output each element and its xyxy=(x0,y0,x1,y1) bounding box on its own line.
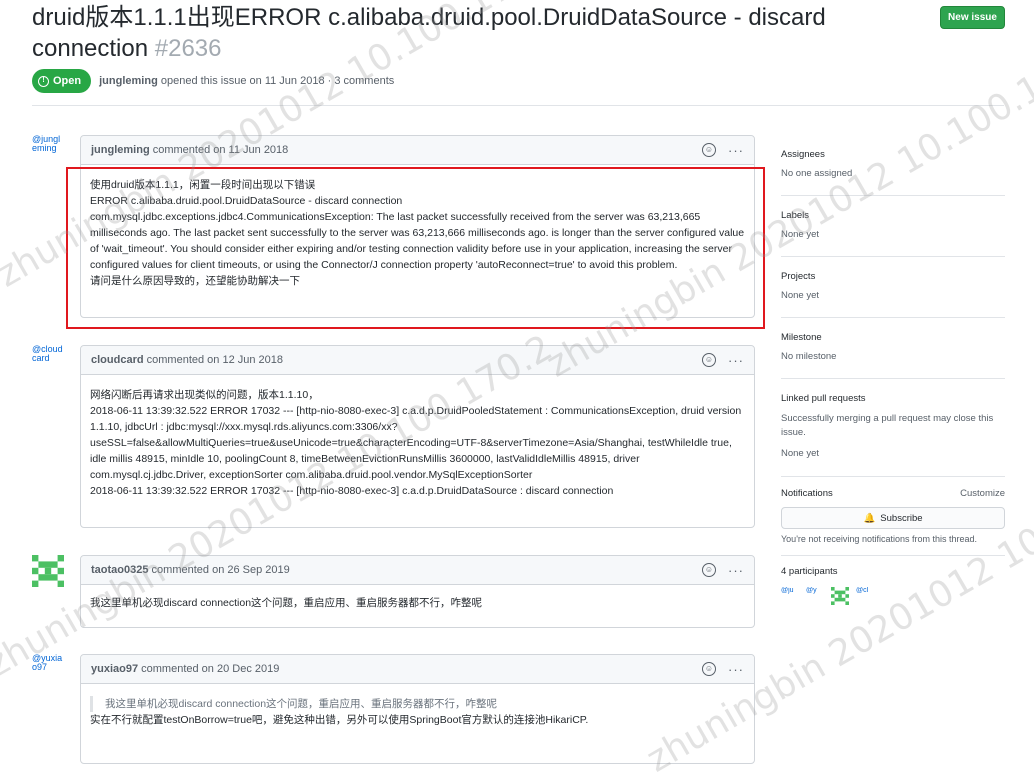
comment-body: 使用druid版本1.1.1，闲置一段时间出现以下错误 ERROR c.alib… xyxy=(81,165,754,297)
comment-line: 2018-06-11 13:39:32.522 ERROR 17032 --- … xyxy=(90,405,742,481)
comment-date[interactable]: commented on 20 Dec 2019 xyxy=(141,663,279,675)
comment: yuxiao97 commented on 20 Dec 2019 ☺ ··· … xyxy=(80,654,755,764)
issue-meta-text: jungleming opened this issue on 11 Jun 2… xyxy=(99,75,394,87)
sidebar-title: Projects xyxy=(781,271,816,282)
comment-line: 使用druid版本1.1.1，闲置一段时间出现以下错误 xyxy=(90,179,316,191)
sidebar-title: Milestone xyxy=(781,332,822,343)
comment-header: jungleming commented on 11 Jun 2018 ☺ ··… xyxy=(81,136,754,165)
status-badge: ! Open xyxy=(32,69,92,93)
more-options-icon[interactable]: ··· xyxy=(728,662,744,677)
comment-date[interactable]: commented on 12 Jun 2018 xyxy=(147,354,283,366)
more-options-icon[interactable]: ··· xyxy=(728,143,744,158)
comment-header: taotao0325 commented on 26 Sep 2019 ☺ ··… xyxy=(81,556,754,585)
comment-line: 我这里单机必现discard connection这个问题，重启应用、重启服务器… xyxy=(90,597,483,609)
avatar[interactable]: @yuxiao97 xyxy=(32,654,64,686)
comment-header: cloudcard commented on 12 Jun 2018 ☺ ··· xyxy=(81,346,754,375)
issue-title: druid版本1.1.1出现ERROR c.alibaba.druid.pool… xyxy=(32,2,912,64)
issue-title-text: druid版本1.1.1出现ERROR c.alibaba.druid.pool… xyxy=(32,4,826,62)
identicon-icon xyxy=(831,587,849,605)
subscribe-label: Subscribe xyxy=(880,512,923,524)
more-options-icon[interactable]: ··· xyxy=(728,353,744,368)
sidebar-title: 4 participants xyxy=(781,566,838,577)
sidebar-participants: 4 participants @ju @y @cl xyxy=(781,556,1005,605)
participant-avatar[interactable]: @y xyxy=(806,587,824,605)
issue-author-link[interactable]: jungleming xyxy=(99,75,158,87)
comment: jungleming commented on 11 Jun 2018 ☺ ··… xyxy=(80,135,755,318)
participant-avatar[interactable]: @cl xyxy=(856,587,874,605)
sidebar-value: No milestone xyxy=(781,351,837,362)
comment-line: 2018-06-11 13:39:32.522 ERROR 17032 --- … xyxy=(90,485,614,497)
smiley-icon[interactable]: ☺ xyxy=(702,563,716,577)
sidebar-title: Labels xyxy=(781,210,809,221)
notification-note: You're not receiving notifications from … xyxy=(781,534,977,544)
comment-date[interactable]: commented on 26 Sep 2019 xyxy=(152,564,290,576)
comment-line: com.mysql.jdbc.exceptions.jdbc4.Communic… xyxy=(90,211,745,271)
avatar[interactable] xyxy=(32,555,64,587)
avatar[interactable]: @jungleming xyxy=(32,135,64,167)
comment-line: 请问是什么原因导致的，还望能协助解决一下 xyxy=(90,275,300,287)
smiley-icon[interactable]: ☺ xyxy=(702,662,716,676)
issue-opened-icon: ! xyxy=(38,75,49,87)
comment-body: 我这里单机必现discard connection这个问题，重启应用、重启服务器… xyxy=(81,684,754,736)
participant-list: @ju @y @cl xyxy=(781,587,1005,605)
comment-author[interactable]: cloudcard xyxy=(91,354,144,366)
new-issue-button[interactable]: New issue xyxy=(940,6,1005,29)
blockquote: 我这里单机必现discard connection这个问题，重启应用、重启服务器… xyxy=(90,696,745,712)
more-options-icon[interactable]: ··· xyxy=(728,563,744,578)
issue-opened-text: opened this issue on 11 Jun 2018 · 3 com… xyxy=(160,75,395,87)
sidebar-projects[interactable]: Projects None yet xyxy=(781,257,1005,318)
sidebar-value: None yet xyxy=(781,290,820,301)
sidebar-linked-prs[interactable]: Linked pull requests Successfully mergin… xyxy=(781,379,1005,477)
comment: taotao0325 commented on 26 Sep 2019 ☺ ··… xyxy=(80,555,755,628)
participant-avatar[interactable] xyxy=(831,587,849,605)
sidebar-value: None yet xyxy=(781,229,820,240)
comment-header: yuxiao97 commented on 20 Dec 2019 ☺ ··· xyxy=(81,655,754,684)
participant-avatar[interactable]: @ju xyxy=(781,587,799,605)
comment-body: 我这里单机必现discard connection这个问题，重启应用、重启服务器… xyxy=(81,585,754,619)
comment-author[interactable]: jungleming xyxy=(91,144,150,156)
sidebar-title: Notifications xyxy=(781,488,833,499)
comment-line: 实在不行就配置testOnBorrow=true吧，避免这种出错，另外可以使用S… xyxy=(90,714,589,726)
subscribe-button[interactable]: 🔔 Subscribe xyxy=(781,507,1005,529)
sidebar-assignees[interactable]: Assignees No one assigned xyxy=(781,140,1005,196)
comment-body: 网络闪断后再请求出现类似的问题，版本1.1.10， 2018-06-11 13:… xyxy=(81,375,754,507)
sidebar-value: None yet xyxy=(781,448,820,459)
status-label: Open xyxy=(53,75,82,87)
comment-line: ERROR c.alibaba.druid.pool.DruidDataSour… xyxy=(90,195,403,207)
sidebar-title: Linked pull requests xyxy=(781,393,866,404)
sidebar-value: No one assigned xyxy=(781,168,853,179)
comment-date[interactable]: commented on 11 Jun 2018 xyxy=(153,144,289,156)
sidebar-labels[interactable]: Labels None yet xyxy=(781,196,1005,257)
smiley-icon[interactable]: ☺ xyxy=(702,143,716,157)
sidebar-desc: Successfully merging a pull request may … xyxy=(781,413,994,438)
comment-author[interactable]: taotao0325 xyxy=(91,564,148,576)
sidebar-title: Assignees xyxy=(781,149,825,160)
header-divider xyxy=(32,105,1004,106)
identicon-icon xyxy=(32,555,64,587)
avatar[interactable]: @cloudcard xyxy=(32,345,64,377)
issue-meta: ! Open jungleming opened this issue on 1… xyxy=(32,69,394,93)
smiley-icon[interactable]: ☺ xyxy=(702,353,716,367)
comment: cloudcard commented on 12 Jun 2018 ☺ ···… xyxy=(80,345,755,528)
sidebar-milestone[interactable]: Milestone No milestone xyxy=(781,318,1005,379)
sidebar-notifications: Notifications Customize 🔔 Subscribe You'… xyxy=(781,477,1005,556)
comment-line: 网络闪断后再请求出现类似的问题，版本1.1.10， xyxy=(90,389,319,401)
bell-icon: 🔔 xyxy=(863,512,876,524)
comment-author[interactable]: yuxiao97 xyxy=(91,663,138,675)
customize-link[interactable]: Customize xyxy=(960,488,1005,507)
issue-sidebar: Assignees No one assigned Labels None ye… xyxy=(781,140,1005,605)
issue-number: #2636 xyxy=(154,35,222,62)
